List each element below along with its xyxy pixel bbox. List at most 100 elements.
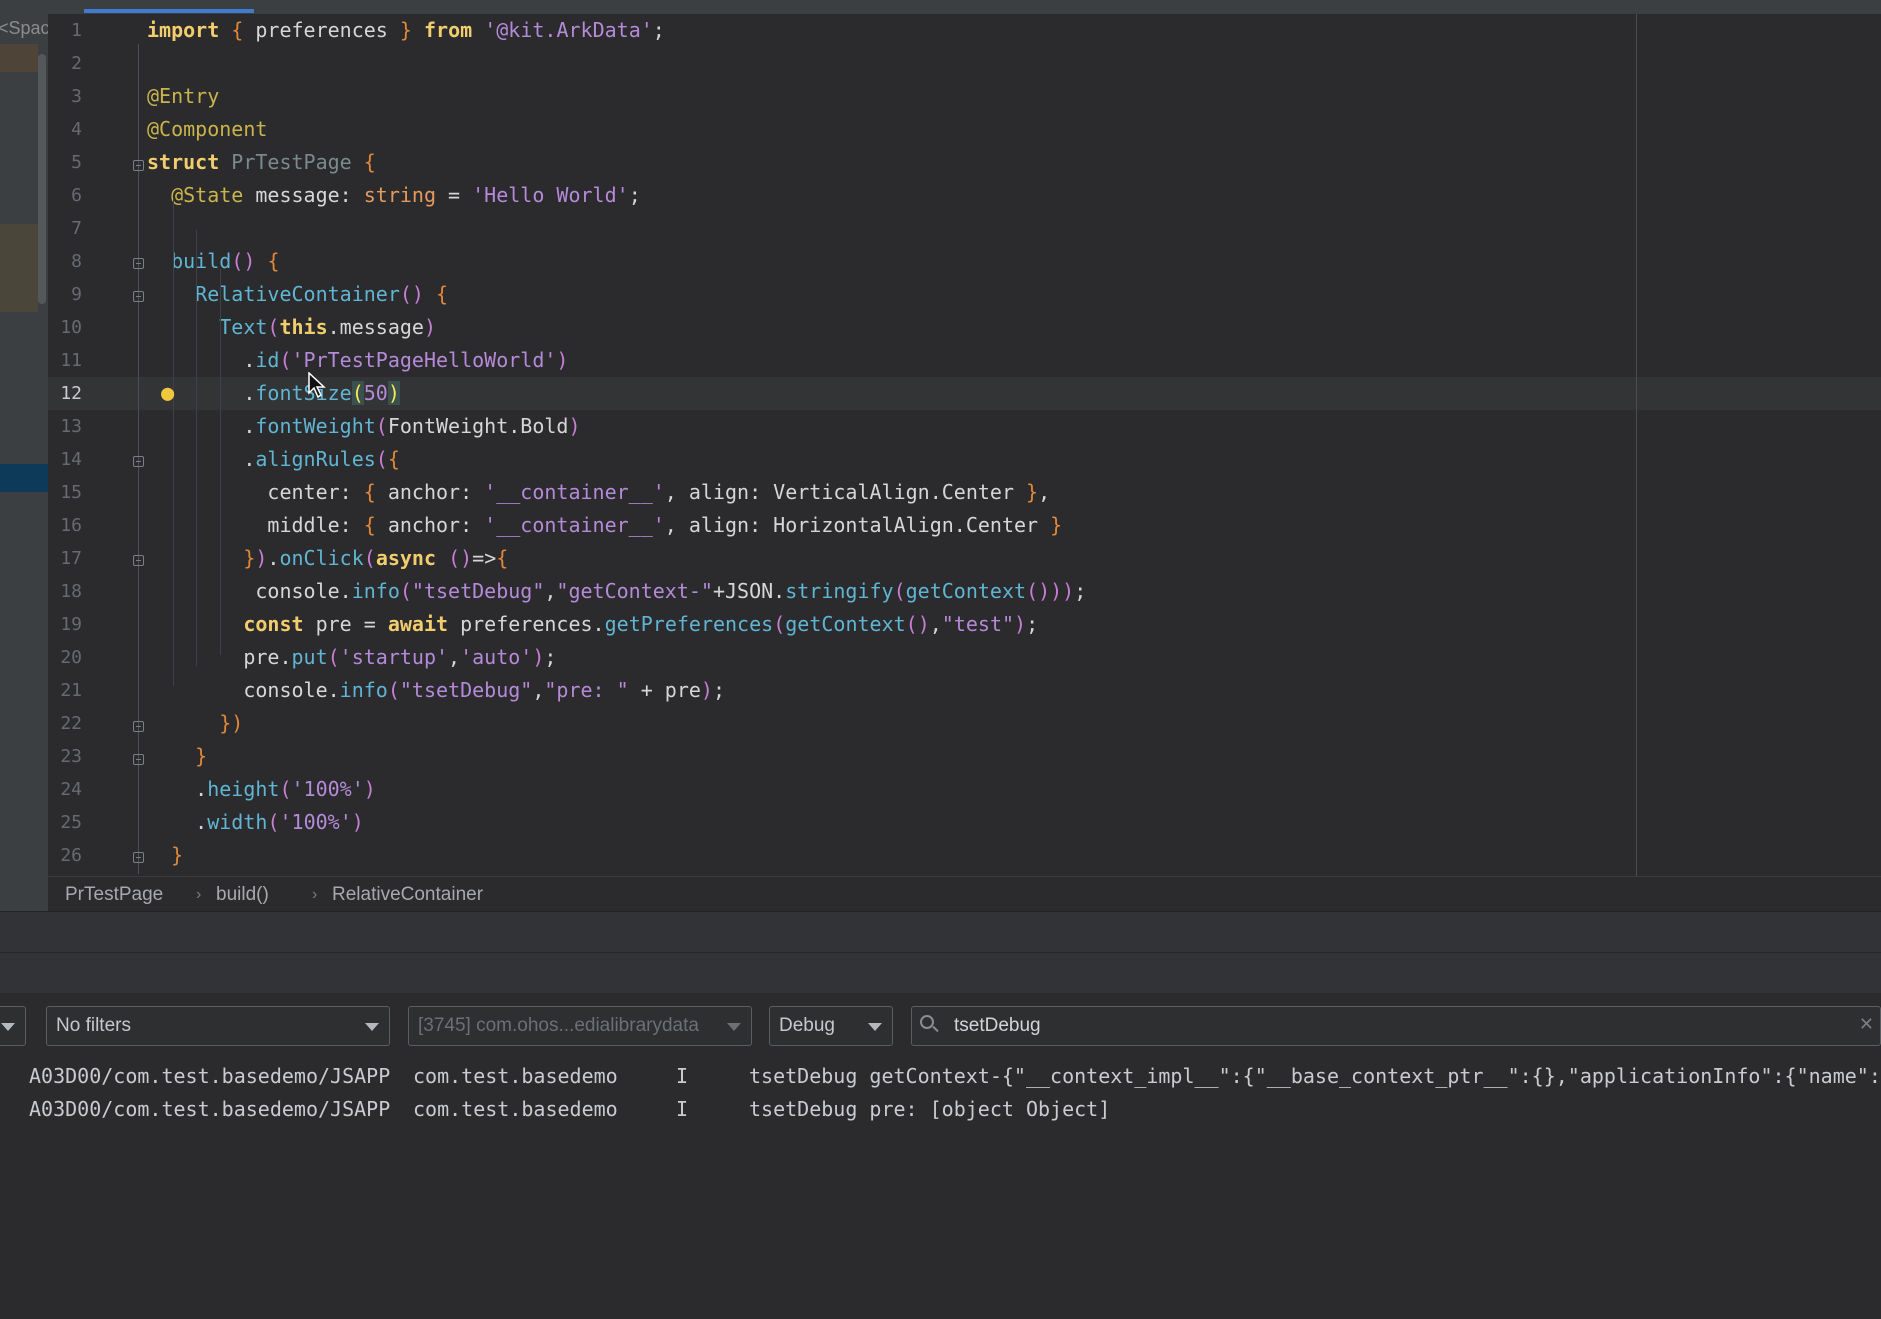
- code-line[interactable]: 22 }): [48, 707, 1881, 740]
- code-text[interactable]: }: [147, 839, 183, 872]
- code-line[interactable]: 3 @Entry: [48, 80, 1881, 113]
- code-line[interactable]: 26 }: [48, 839, 1881, 872]
- code-line[interactable]: 21 console.info("tsetDebug","pre: " + pr…: [48, 674, 1881, 707]
- code-line[interactable]: 18 console.info("tsetDebug","getContext-…: [48, 575, 1881, 608]
- line-number[interactable]: 21: [48, 674, 82, 707]
- lightbulb-icon[interactable]: ●: [161, 383, 174, 405]
- active-tab-indicator[interactable]: [84, 9, 254, 13]
- fold-icon[interactable]: [133, 160, 144, 171]
- panel-selected-item[interactable]: [0, 464, 48, 492]
- line-number[interactable]: 6: [48, 179, 82, 212]
- code-line[interactable]: 10 Text(this.message): [48, 311, 1881, 344]
- log-row[interactable]: A03D00/com.test.basedemo/JSAPP com.test.…: [0, 1060, 1881, 1093]
- code-text[interactable]: struct PrTestPage {: [147, 146, 376, 179]
- fold-icon[interactable]: [133, 754, 144, 765]
- log-level-dropdown[interactable]: Debug: [769, 1006, 893, 1046]
- code-line[interactable]: 25 .width('100%'): [48, 806, 1881, 839]
- line-number[interactable]: 2: [48, 47, 82, 80]
- code-text[interactable]: console.info("tsetDebug","getContext-"+J…: [147, 575, 1086, 608]
- code-line[interactable]: 24 .height('100%'): [48, 773, 1881, 806]
- fold-icon[interactable]: [133, 555, 144, 566]
- fold-icon[interactable]: [133, 258, 144, 269]
- code-text[interactable]: .fontWeight(FontWeight.Bold): [147, 410, 580, 443]
- device-dropdown[interactable]: [0, 1006, 26, 1046]
- code-text[interactable]: build() {: [147, 245, 279, 278]
- code-text[interactable]: }): [147, 707, 243, 740]
- panel-scrollbar[interactable]: [38, 54, 46, 304]
- line-number[interactable]: 7: [48, 212, 82, 245]
- code-text[interactable]: @State message: string = 'Hello World';: [147, 179, 641, 212]
- code-line[interactable]: 23 }: [48, 740, 1881, 773]
- line-number[interactable]: 16: [48, 509, 82, 542]
- fold-icon[interactable]: [133, 291, 144, 302]
- line-number[interactable]: 12: [48, 377, 82, 410]
- line-number[interactable]: 23: [48, 740, 82, 773]
- line-number[interactable]: 26: [48, 839, 82, 872]
- filter-dropdown[interactable]: No filters: [46, 1006, 390, 1046]
- line-number[interactable]: 1: [48, 14, 82, 47]
- line-number[interactable]: 5: [48, 146, 82, 179]
- fold-icon[interactable]: [133, 456, 144, 467]
- code-text[interactable]: .height('100%'): [147, 773, 376, 806]
- line-number[interactable]: 10: [48, 311, 82, 344]
- code-text[interactable]: .alignRules({: [147, 443, 400, 476]
- code-text[interactable]: const pre = await preferences.getPrefere…: [147, 608, 1038, 641]
- code-text[interactable]: .width('100%'): [147, 806, 364, 839]
- code-line[interactable]: 1 import { preferences } from '@kit.ArkDa…: [48, 14, 1881, 47]
- code-text[interactable]: import { preferences } from '@kit.ArkDat…: [147, 14, 665, 47]
- code-text[interactable]: middle: { anchor: '__container__', align…: [147, 509, 1062, 542]
- code-text[interactable]: pre.put('startup','auto');: [147, 641, 556, 674]
- line-number[interactable]: 20: [48, 641, 82, 674]
- breadcrumb-item[interactable]: build(): [196, 877, 269, 912]
- code-text[interactable]: @Component: [147, 113, 267, 146]
- breadcrumb-item[interactable]: PrTestPage: [65, 877, 163, 912]
- line-number[interactable]: 24: [48, 773, 82, 806]
- line-number[interactable]: 8: [48, 245, 82, 278]
- clear-icon[interactable]: ✕: [1859, 1016, 1874, 1034]
- code-line[interactable]: 17 }).onClick(async ()=>{: [48, 542, 1881, 575]
- code-text[interactable]: console.info("tsetDebug","pre: " + pre);: [147, 674, 725, 707]
- code-line[interactable]: 4 @Component: [48, 113, 1881, 146]
- code-text[interactable]: Text(this.message): [147, 311, 436, 344]
- breadcrumb-item[interactable]: RelativeContainer: [312, 877, 483, 912]
- line-number[interactable]: 9: [48, 278, 82, 311]
- fold-icon[interactable]: [133, 852, 144, 863]
- process-dropdown[interactable]: [3745] com.ohos...edialibrarydata: [408, 1006, 752, 1046]
- code-text[interactable]: }: [147, 740, 207, 773]
- code-line[interactable]: 9 RelativeContainer() {: [48, 278, 1881, 311]
- line-number[interactable]: 11: [48, 344, 82, 377]
- code-line[interactable]: 2: [48, 47, 1881, 80]
- code-text[interactable]: @Entry: [147, 80, 219, 113]
- code-line[interactable]: 14 .alignRules({: [48, 443, 1881, 476]
- log-search-input[interactable]: tsetDebug ✕: [911, 1006, 1881, 1046]
- code-line[interactable]: 6 @State message: string = 'Hello World'…: [48, 179, 1881, 212]
- code-line[interactable]: 15 center: { anchor: '__container__', al…: [48, 476, 1881, 509]
- fold-icon[interactable]: [133, 721, 144, 732]
- line-number[interactable]: 14: [48, 443, 82, 476]
- code-text[interactable]: center: { anchor: '__container__', align…: [147, 476, 1050, 509]
- code-text[interactable]: }).onClick(async ()=>{: [147, 542, 508, 575]
- code-editor[interactable]: 1 import { preferences } from '@kit.ArkDa…: [48, 14, 1881, 876]
- line-number[interactable]: 25: [48, 806, 82, 839]
- log-output[interactable]: A03D00/com.test.basedemo/JSAPP com.test.…: [0, 1059, 1881, 1319]
- code-line[interactable]: 5 struct PrTestPage {: [48, 146, 1881, 179]
- code-text[interactable]: .fontSize(50): [147, 377, 400, 410]
- line-number[interactable]: 18: [48, 575, 82, 608]
- log-row[interactable]: A03D00/com.test.basedemo/JSAPP com.test.…: [0, 1093, 1881, 1126]
- code-line[interactable]: 20 pre.put('startup','auto');: [48, 641, 1881, 674]
- code-text[interactable]: .id('PrTestPageHelloWorld'): [147, 344, 568, 377]
- code-token: preferences.: [448, 612, 605, 636]
- line-number[interactable]: 15: [48, 476, 82, 509]
- line-number[interactable]: 3: [48, 80, 82, 113]
- line-number[interactable]: 22: [48, 707, 82, 740]
- code-text[interactable]: RelativeContainer() {: [147, 278, 448, 311]
- code-line[interactable]: 7: [48, 212, 1881, 245]
- code-line[interactable]: 13 .fontWeight(FontWeight.Bold): [48, 410, 1881, 443]
- code-line[interactable]: 19 const pre = await preferences.getPref…: [48, 608, 1881, 641]
- line-number[interactable]: 19: [48, 608, 82, 641]
- code-line[interactable]: 8 build() {: [48, 245, 1881, 278]
- line-number[interactable]: 13: [48, 410, 82, 443]
- code-line[interactable]: 16 middle: { anchor: '__container__', al…: [48, 509, 1881, 542]
- line-number[interactable]: 17: [48, 542, 82, 575]
- line-number[interactable]: 4: [48, 113, 82, 146]
